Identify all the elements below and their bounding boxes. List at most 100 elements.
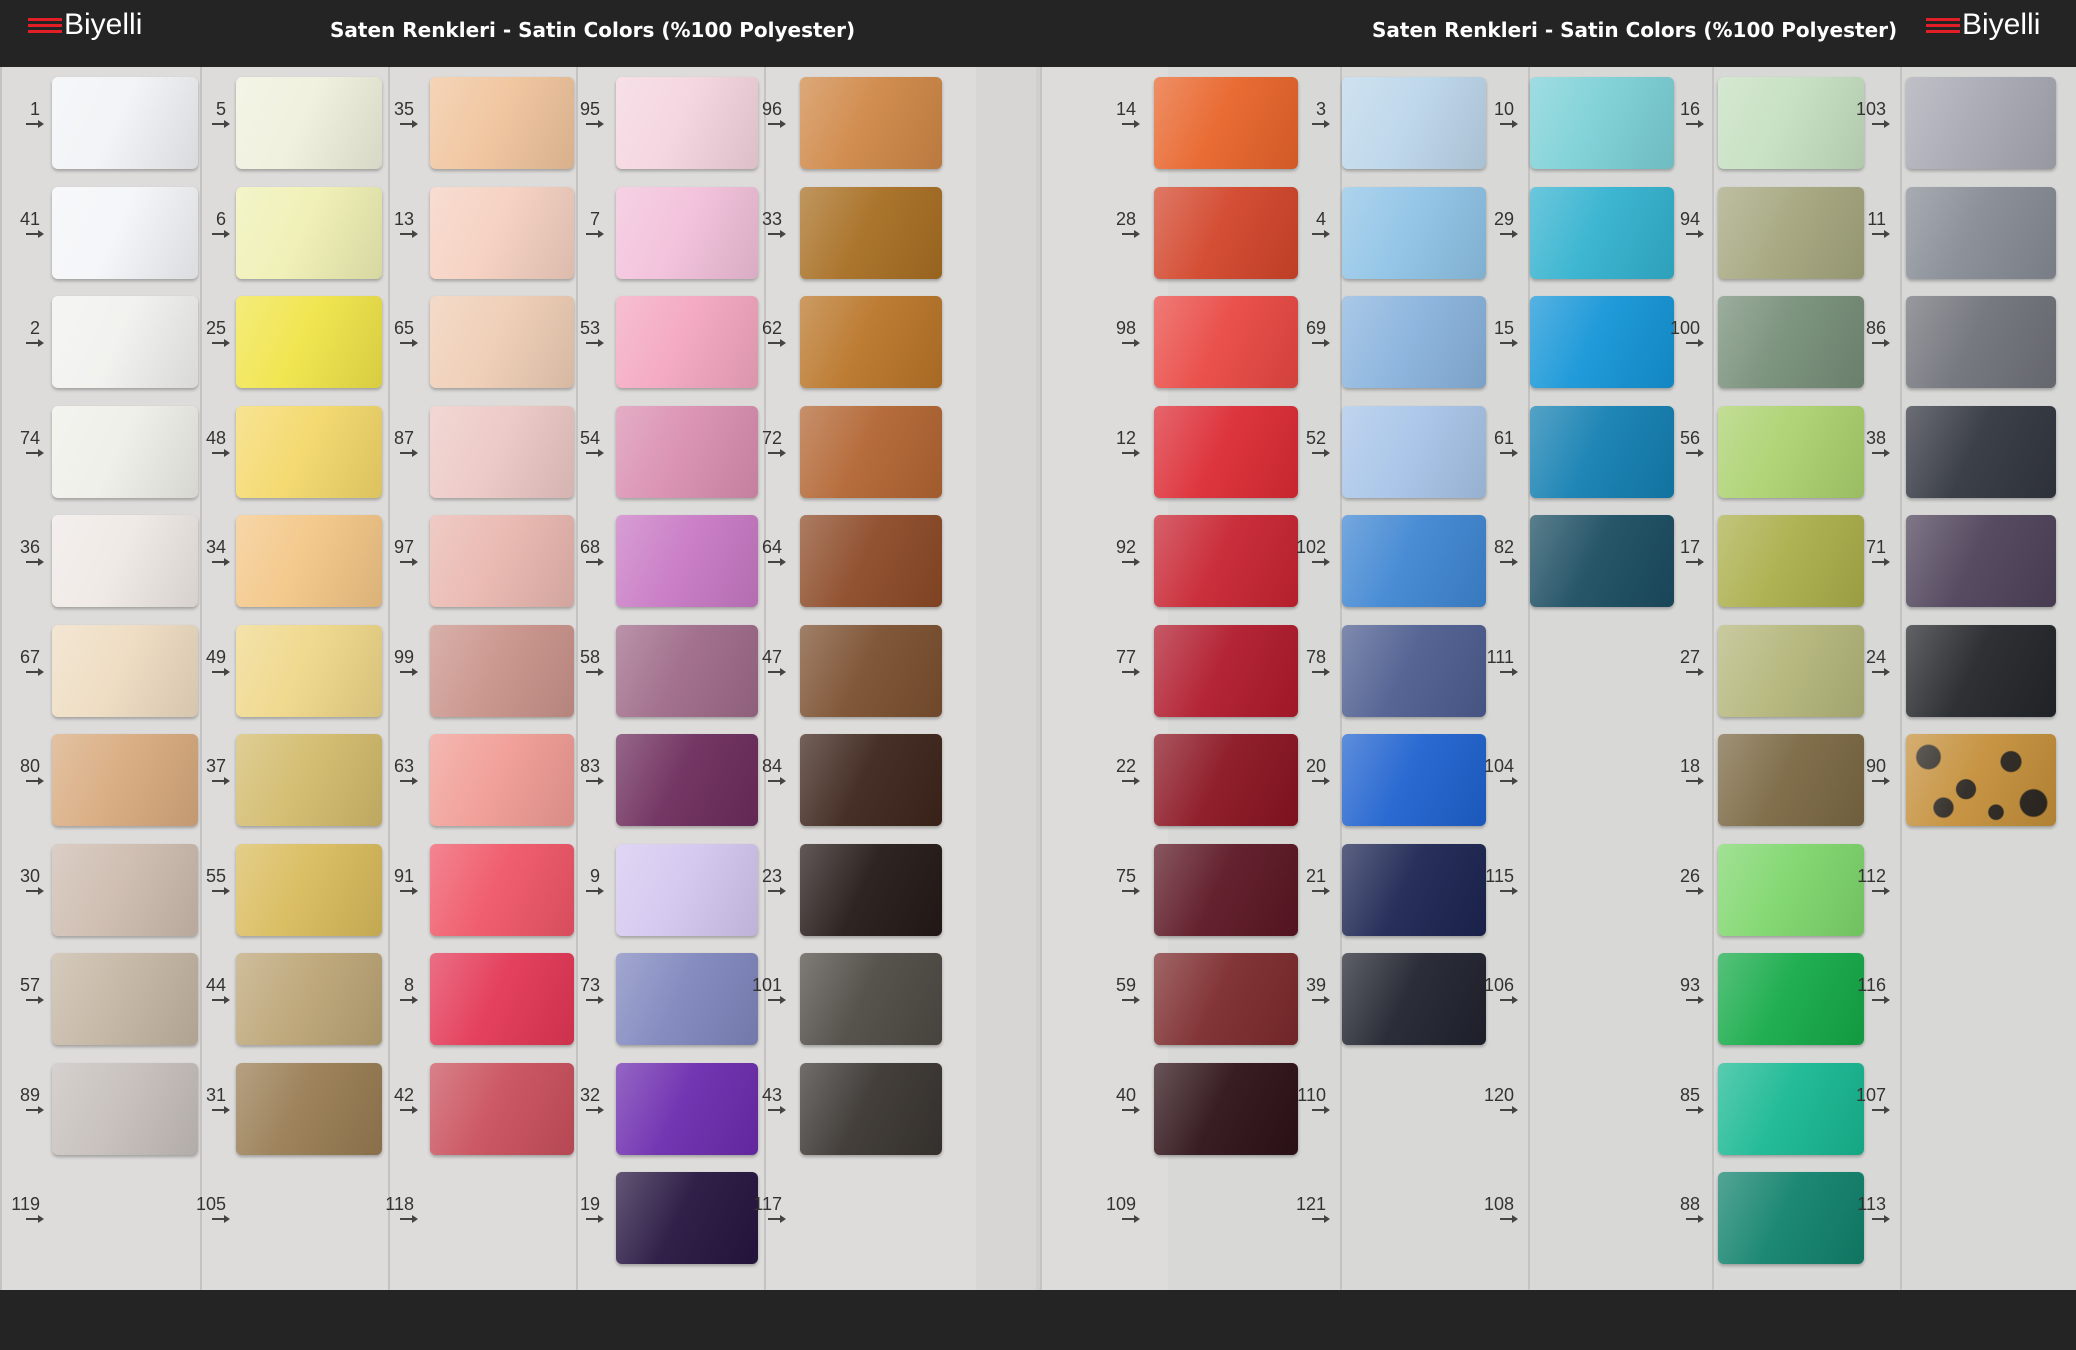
color-swatch[interactable]: [1530, 515, 1674, 607]
color-swatch[interactable]: [430, 296, 574, 388]
color-swatch[interactable]: [1906, 296, 2056, 388]
color-swatch[interactable]: [430, 953, 574, 1045]
color-swatch[interactable]: [800, 953, 942, 1045]
color-swatch[interactable]: [430, 186, 574, 279]
color-swatch[interactable]: [1906, 515, 2056, 607]
color-swatch[interactable]: [616, 1172, 758, 1264]
color-swatch[interactable]: [1154, 843, 1298, 936]
color-swatch[interactable]: [616, 843, 758, 936]
color-swatch[interactable]: [1530, 186, 1674, 279]
color-swatch[interactable]: [800, 624, 942, 717]
color-swatch[interactable]: [800, 734, 942, 826]
color-swatch[interactable]: [1154, 734, 1298, 826]
pointer-arrow-icon: [768, 1215, 786, 1223]
color-swatch[interactable]: [800, 405, 942, 498]
color-swatch[interactable]: [52, 405, 198, 498]
color-swatch[interactable]: [616, 186, 758, 279]
swatch-code-label: 5: [215, 99, 226, 119]
color-swatch[interactable]: [1718, 77, 1864, 169]
color-swatch[interactable]: [800, 843, 942, 936]
color-swatch[interactable]: [800, 77, 942, 169]
color-swatch[interactable]: [1154, 624, 1298, 717]
color-swatch[interactable]: [616, 1062, 758, 1155]
color-swatch[interactable]: [1718, 843, 1864, 936]
color-swatch[interactable]: [616, 405, 758, 498]
color-swatch[interactable]: [430, 515, 574, 607]
color-swatch[interactable]: [236, 953, 382, 1045]
color-swatch[interactable]: [800, 515, 942, 607]
color-swatch[interactable]: [1530, 296, 1674, 388]
color-swatch[interactable]: [1154, 296, 1298, 388]
color-swatch[interactable]: [52, 734, 198, 826]
color-swatch[interactable]: [1154, 515, 1298, 607]
color-swatch[interactable]: [236, 843, 382, 936]
color-swatch[interactable]: [236, 624, 382, 717]
color-swatch[interactable]: [236, 296, 382, 388]
color-swatch[interactable]: [1342, 953, 1486, 1045]
color-swatch[interactable]: [800, 186, 942, 279]
color-swatch[interactable]: [1154, 1062, 1298, 1155]
color-swatch[interactable]: [1718, 1062, 1864, 1155]
swatch-code-label: 57: [19, 975, 40, 995]
color-swatch[interactable]: [1342, 77, 1486, 169]
color-swatch[interactable]: [1342, 624, 1486, 717]
color-swatch[interactable]: [236, 1062, 382, 1155]
color-swatch[interactable]: [1342, 296, 1486, 388]
swatch-code-label: 36: [19, 537, 40, 557]
color-swatch[interactable]: [52, 186, 198, 279]
color-swatch[interactable]: [1906, 77, 2056, 169]
color-swatch[interactable]: [1718, 296, 1864, 388]
pointer-arrow-icon: [400, 229, 418, 238]
color-swatch[interactable]: [430, 843, 574, 936]
color-swatch[interactable]: [616, 624, 758, 717]
color-swatch[interactable]: [1718, 186, 1864, 279]
color-swatch[interactable]: [52, 77, 198, 169]
color-swatch[interactable]: [52, 953, 198, 1045]
color-swatch[interactable]: [1906, 186, 2056, 279]
color-swatch[interactable]: [1906, 734, 2056, 826]
color-swatch[interactable]: [52, 296, 198, 388]
color-swatch[interactable]: [1342, 515, 1486, 607]
color-swatch[interactable]: [1906, 405, 2056, 498]
color-swatch[interactable]: [1154, 953, 1298, 1045]
color-swatch[interactable]: [236, 77, 382, 169]
color-swatch[interactable]: [1718, 405, 1864, 498]
color-swatch[interactable]: [52, 624, 198, 717]
color-swatch[interactable]: [616, 953, 758, 1045]
color-swatch[interactable]: [430, 77, 574, 169]
color-swatch[interactable]: [1718, 953, 1864, 1045]
color-swatch[interactable]: [52, 843, 198, 936]
color-swatch[interactable]: [430, 734, 574, 826]
color-swatch[interactable]: [236, 405, 382, 498]
color-swatch[interactable]: [236, 515, 382, 607]
color-swatch[interactable]: [430, 405, 574, 498]
color-swatch[interactable]: [616, 734, 758, 826]
color-swatch[interactable]: [1154, 405, 1298, 498]
color-swatch[interactable]: [430, 624, 574, 717]
color-swatch[interactable]: [430, 1062, 574, 1155]
color-swatch[interactable]: [1718, 624, 1864, 717]
color-swatch[interactable]: [800, 296, 942, 388]
color-swatch[interactable]: [1342, 405, 1486, 498]
color-swatch[interactable]: [52, 515, 198, 607]
color-swatch[interactable]: [236, 734, 382, 826]
pointer-arrow-icon: [212, 229, 230, 238]
color-swatch[interactable]: [616, 515, 758, 607]
color-swatch[interactable]: [1342, 734, 1486, 826]
color-swatch[interactable]: [1718, 1172, 1864, 1264]
color-swatch[interactable]: [1530, 77, 1674, 169]
color-swatch[interactable]: [616, 296, 758, 388]
color-swatch[interactable]: [1718, 515, 1864, 607]
color-swatch[interactable]: [236, 186, 382, 279]
color-swatch[interactable]: [800, 1062, 942, 1155]
color-swatch[interactable]: [1154, 186, 1298, 279]
swatch-code-label: 4: [1315, 208, 1326, 229]
color-swatch[interactable]: [1154, 77, 1298, 169]
color-swatch[interactable]: [52, 1062, 198, 1155]
color-swatch[interactable]: [1906, 624, 2056, 717]
color-swatch[interactable]: [1530, 405, 1674, 498]
color-swatch[interactable]: [1718, 734, 1864, 826]
color-swatch[interactable]: [1342, 186, 1486, 279]
color-swatch[interactable]: [1342, 843, 1486, 936]
color-swatch[interactable]: [616, 77, 758, 169]
